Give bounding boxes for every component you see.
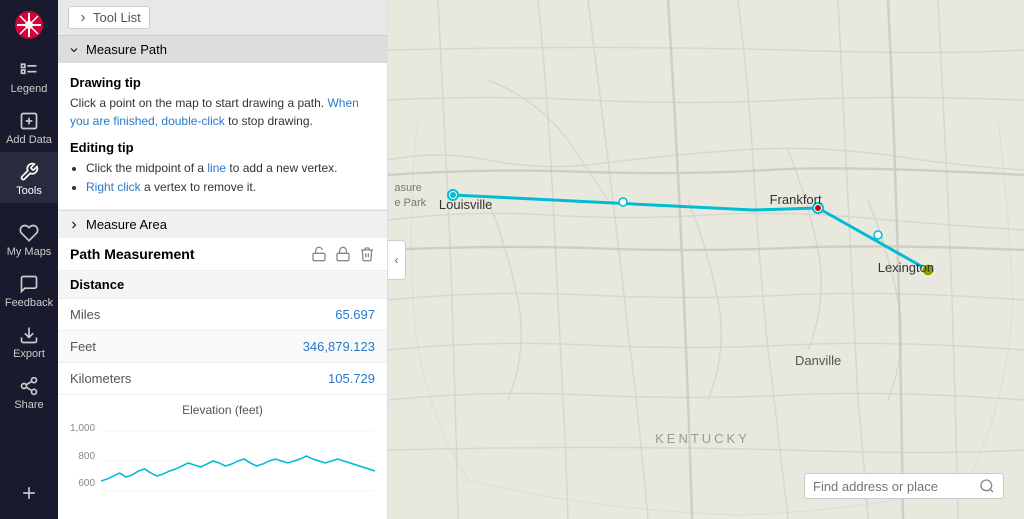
back-button-label: Tool List <box>93 10 141 25</box>
elevation-y-1000: 1,000 <box>70 423 95 434</box>
elevation-y-600: 600 <box>70 478 95 489</box>
editing-tip-item-2: Right click a vertex to remove it. <box>86 178 375 197</box>
delete-icon[interactable] <box>359 246 375 262</box>
tool-list-back-button[interactable]: Tool List <box>68 6 150 29</box>
sidebar-item-feedback-label: Feedback <box>5 297 53 309</box>
map-area[interactable]: Louisville Frankfort Lexington Danville … <box>388 0 1024 519</box>
sidebar-item-my-maps-label: My Maps <box>7 246 52 258</box>
feet-label: Feet <box>70 339 303 354</box>
chevron-right-icon <box>68 219 80 231</box>
drawing-tip-text3: to stop drawing. <box>228 114 313 128</box>
measure-area-header[interactable]: Measure Area <box>58 210 387 238</box>
sidebar-item-legend-label: Legend <box>11 83 48 95</box>
drawing-tip-text: Click a point on the map to start drawin… <box>70 94 375 130</box>
sidebar-item-export-label: Export <box>13 348 45 360</box>
back-arrow-icon <box>77 12 89 24</box>
sidebar-item-share[interactable]: Share <box>0 366 58 417</box>
sidebar-item-add-layer[interactable] <box>0 473 58 509</box>
editing-tip-title: Editing tip <box>70 140 375 155</box>
miles-label: Miles <box>70 307 335 322</box>
lock-icon[interactable] <box>335 246 351 262</box>
collapse-panel-button[interactable]: ‹ <box>388 240 406 280</box>
miles-value: 65.697 <box>335 307 375 322</box>
measurement-row-miles: Miles 65.697 <box>58 299 387 331</box>
measure-path-label: Measure Path <box>86 42 167 57</box>
measurement-title: Path Measurement <box>70 246 194 262</box>
sidebar-item-legend[interactable]: Legend <box>0 50 58 101</box>
measurement-row-km: Kilometers 105.729 <box>58 363 387 395</box>
measurement-icons <box>311 246 375 262</box>
sidebar-item-share-label: Share <box>14 399 43 411</box>
measure-path-header[interactable]: Measure Path <box>58 36 387 63</box>
sidebar-item-my-maps[interactable]: My Maps <box>0 213 58 264</box>
elevation-title: Elevation (feet) <box>70 403 375 417</box>
feet-value: 346,879.123 <box>303 339 375 354</box>
sidebar-item-add-data[interactable]: Add Data <box>0 101 58 152</box>
map-search-box <box>804 473 1004 499</box>
drawing-tip-title: Drawing tip <box>70 75 375 90</box>
sidebar-item-feedback[interactable]: Feedback <box>0 264 58 315</box>
drawing-tip-section: Drawing tip Click a point on the map to … <box>58 63 387 210</box>
map-search-input[interactable] <box>813 479 973 494</box>
drawing-tip-text1: Click a point on the map to start drawin… <box>70 96 324 110</box>
sidebar-item-export[interactable]: Export <box>0 315 58 366</box>
distance-header: Distance <box>58 271 387 299</box>
sidebar-nav: Legend Add Data Tools My Maps Feedback E… <box>0 0 58 519</box>
unlock-icon[interactable] <box>311 246 327 262</box>
measure-area-label: Measure Area <box>86 217 167 232</box>
measurement-section: Path Measurement Distance Miles 65.697 F… <box>58 238 387 519</box>
elevation-chart-svg <box>101 421 375 501</box>
panel-header: Tool List <box>58 0 387 36</box>
editing-tip-item-1: Click the midpoint of a line to add a ne… <box>86 159 375 178</box>
chevron-down-icon <box>68 44 80 56</box>
measurement-header: Path Measurement <box>58 238 387 271</box>
app-logo <box>0 0 58 50</box>
editing-tip-list: Click the midpoint of a line to add a ne… <box>70 159 375 197</box>
sidebar-item-add-data-label: Add Data <box>6 134 52 146</box>
km-value: 105.729 <box>328 371 375 386</box>
sidebar-item-tools[interactable]: Tools <box>0 152 58 203</box>
map-background <box>388 0 1024 519</box>
collapse-panel-icon: ‹ <box>395 253 399 267</box>
elevation-y-800: 800 <box>70 451 95 462</box>
measurement-row-feet: Feet 346,879.123 <box>58 331 387 363</box>
sidebar-item-tools-label: Tools <box>16 185 42 197</box>
search-icon[interactable] <box>979 478 995 494</box>
elevation-section: Elevation (feet) 1,000 800 600 <box>58 395 387 509</box>
tool-panel: Tool List Measure Path Drawing tip Click… <box>58 0 388 519</box>
km-label: Kilometers <box>70 371 328 386</box>
